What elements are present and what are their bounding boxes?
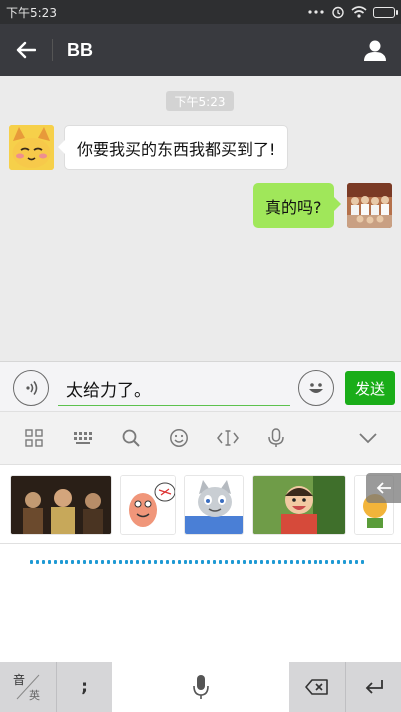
ime-collapse-button[interactable] bbox=[356, 426, 380, 450]
voice-wave-icon bbox=[26, 381, 38, 395]
keyboard-bottom-bar: 音 英 ; bbox=[0, 662, 401, 712]
wifi-icon bbox=[351, 6, 367, 18]
smiley-icon bbox=[309, 383, 323, 393]
crowd-gif-icon bbox=[11, 476, 111, 534]
hold-to-talk-key[interactable] bbox=[112, 662, 289, 712]
cat-face-icon bbox=[9, 125, 54, 170]
ime-cursor-button[interactable] bbox=[216, 426, 240, 450]
outgoing-message[interactable]: 真的吗? bbox=[253, 183, 340, 228]
cat-sticker-icon bbox=[185, 476, 243, 534]
sticker-item[interactable] bbox=[184, 475, 244, 535]
sticker-collapse-button[interactable] bbox=[366, 473, 401, 503]
sticker-suggestions bbox=[0, 464, 401, 544]
lang-key-bottom: 英 bbox=[29, 689, 40, 702]
message-text-input[interactable] bbox=[58, 368, 290, 406]
microphone-icon bbox=[192, 675, 209, 699]
chat-area[interactable]: 下午5:23 你要我买的东西我都买到了! 真的吗? bbox=[0, 76, 401, 361]
ime-keyboard-button[interactable] bbox=[71, 426, 95, 450]
voice-input-panel[interactable] bbox=[0, 544, 401, 662]
grid-icon bbox=[25, 429, 43, 447]
battery-icon bbox=[373, 6, 398, 18]
voice-input-button[interactable] bbox=[13, 370, 49, 406]
group-photo-icon bbox=[347, 183, 392, 228]
sticker-item[interactable] bbox=[120, 475, 176, 535]
chat-info-button[interactable] bbox=[349, 24, 401, 76]
chat-header: BB bbox=[0, 24, 401, 76]
chat-title: BB bbox=[67, 39, 93, 60]
header-divider bbox=[52, 39, 53, 61]
message-input-bar: 发送 bbox=[0, 361, 401, 411]
status-bar: 下午5:23 bbox=[0, 0, 401, 24]
person-icon bbox=[364, 40, 386, 61]
backspace-icon bbox=[305, 679, 328, 695]
more-dots-icon bbox=[308, 10, 324, 14]
ime-search-button[interactable] bbox=[119, 426, 143, 450]
voice-waveform bbox=[30, 560, 364, 564]
keyboard-icon bbox=[74, 432, 92, 444]
sticker-item[interactable] bbox=[10, 475, 112, 535]
cursor-move-icon bbox=[217, 430, 239, 446]
ime-menu-button[interactable] bbox=[22, 426, 46, 450]
alarm-icon bbox=[332, 6, 344, 19]
enter-icon bbox=[365, 680, 383, 694]
back-arrow-icon bbox=[16, 41, 36, 59]
ime-emoji-button[interactable] bbox=[167, 426, 191, 450]
status-icons bbox=[307, 5, 398, 19]
my-avatar[interactable] bbox=[347, 183, 392, 228]
squirrel-sticker-icon bbox=[121, 476, 175, 534]
language-switch-key[interactable]: 音 英 bbox=[0, 662, 56, 712]
incoming-message[interactable]: 你要我买的东西我都买到了! bbox=[57, 125, 289, 170]
kid-photo-icon bbox=[253, 476, 345, 534]
ime-mic-button[interactable] bbox=[264, 426, 288, 450]
send-button[interactable]: 发送 bbox=[345, 371, 395, 405]
ime-toolbar bbox=[0, 411, 401, 464]
message-time-badge: 下午5:23 bbox=[166, 91, 234, 111]
contact-avatar[interactable] bbox=[9, 125, 54, 170]
punctuation-key[interactable]: ; bbox=[57, 662, 112, 712]
chevron-down-icon bbox=[359, 433, 377, 444]
emoji-button[interactable] bbox=[298, 370, 334, 406]
sticker-item[interactable] bbox=[252, 475, 346, 535]
mic-icon bbox=[268, 428, 284, 447]
search-icon bbox=[122, 429, 140, 447]
lang-key-top: 音 bbox=[13, 673, 26, 687]
status-time: 下午5:23 bbox=[6, 5, 57, 20]
enter-key[interactable] bbox=[346, 662, 401, 712]
emoji-face-icon bbox=[170, 429, 188, 447]
backspace-key[interactable] bbox=[289, 662, 345, 712]
arrow-left-icon bbox=[376, 482, 391, 494]
back-button[interactable] bbox=[0, 24, 52, 76]
